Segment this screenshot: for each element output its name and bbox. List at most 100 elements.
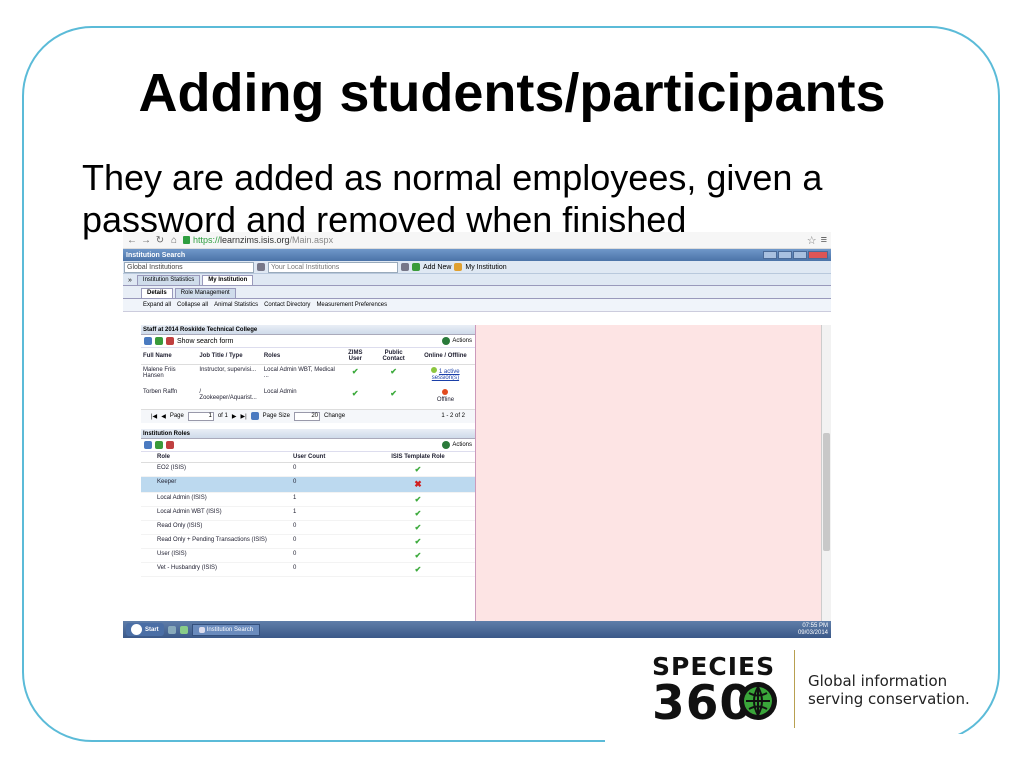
staff-name: Malene Friis Hansen <box>143 367 176 379</box>
expand-all-button[interactable]: Expand all <box>143 302 171 308</box>
staff-job: / Zookeeper/Aquarist... <box>199 388 257 401</box>
column-header[interactable]: User Count <box>291 451 361 463</box>
url-domain: learnzims.isis.org <box>220 235 290 245</box>
refresh-icon[interactable] <box>144 337 152 345</box>
check-icon: ✔ <box>351 367 359 376</box>
taskbar-window-button[interactable]: Institution Search <box>191 623 261 636</box>
browser-menu-icon[interactable]: ≡ <box>821 234 827 246</box>
column-header[interactable]: Role <box>141 451 291 463</box>
table-row[interactable]: Local Admin WBT (ISIS) 1 ✔ <box>141 506 475 521</box>
staff-job: Instructor, supervisi... <box>199 367 257 373</box>
search-icon[interactable] <box>401 263 409 271</box>
pdf-icon[interactable] <box>166 337 174 345</box>
collapse-chevron-icon[interactable]: » <box>125 277 135 285</box>
table-row[interactable]: Keeper 0 ✖ <box>141 476 475 493</box>
prev-page-icon[interactable]: ◀ <box>161 413 166 420</box>
system-clock[interactable]: 07:55 PM 09/03/2014 <box>798 623 828 637</box>
staff-name: Torben Raffn <box>143 388 178 395</box>
table-row[interactable]: Malene Friis Hansen Instructor, supervis… <box>141 365 475 387</box>
role-name: Vet - Husbandry (ISIS) <box>141 562 291 577</box>
refresh-icon[interactable] <box>250 412 259 420</box>
species360-logo: SPECIES 360 Global information serving c… <box>652 650 972 734</box>
table-row[interactable]: Read Only + Pending Transactions (ISIS) 0… <box>141 534 475 549</box>
table-row[interactable]: Local Admin (ISIS) 1 ✔ <box>141 492 475 507</box>
check-icon: ✔ <box>414 536 422 546</box>
home-icon[interactable]: ⌂ <box>169 235 179 246</box>
maximize-button[interactable] <box>793 251 807 259</box>
column-header[interactable]: ZIMS User <box>339 348 372 365</box>
my-institution-button[interactable]: My Institution <box>465 264 506 271</box>
address-bar[interactable]: https://learnzims.isis.org/Main.aspx <box>183 235 803 245</box>
taskbar-window-label: Institution Search <box>206 626 254 633</box>
refresh-icon[interactable] <box>144 440 152 449</box>
staff-pager: |◀ ◀ Page 1 of 1 ▶ ▶| Page Size 20 Chang… <box>141 408 475 423</box>
measurement-preferences-button[interactable]: Measurement Preferences <box>316 302 387 308</box>
collapse-all-button[interactable]: Collapse all <box>177 302 208 308</box>
column-header[interactable]: Full Name <box>141 348 198 365</box>
vertical-scrollbar[interactable] <box>821 325 831 621</box>
show-search-form-link[interactable]: Show search form <box>177 338 233 345</box>
column-header[interactable]: Job Title / Type <box>197 348 262 365</box>
frame-gap <box>605 734 1024 750</box>
check-icon: ✔ <box>390 388 397 398</box>
column-header[interactable]: ISIS Template Role <box>361 451 475 463</box>
next-page-icon[interactable]: ▶ <box>232 413 237 420</box>
role-user-count: 1 <box>291 492 361 507</box>
check-icon: ✔ <box>414 508 422 518</box>
table-row[interactable]: Torben Raffn / Zookeeper/Aquarist... Loc… <box>141 387 475 409</box>
page-size-input[interactable]: 20 <box>294 411 321 421</box>
home-icon <box>454 263 463 271</box>
tab-my-institution[interactable]: My Institution <box>202 275 254 285</box>
role-user-count: 0 <box>291 562 361 577</box>
table-row[interactable]: EO2 (ISIS) 0 ✔ <box>141 462 475 477</box>
contact-directory-button[interactable]: Contact Directory <box>264 302 310 308</box>
roles-actions-button[interactable]: Actions <box>442 440 472 449</box>
column-header[interactable]: Online / Offline <box>415 348 475 365</box>
forward-arrow-icon[interactable]: → <box>141 235 151 246</box>
check-icon: ✔ <box>390 367 397 376</box>
search-icon[interactable] <box>257 263 265 271</box>
column-header[interactable]: Public Contact <box>371 348 416 365</box>
table-row[interactable]: Vet - Husbandry (ISIS) 0 ✔ <box>141 562 475 577</box>
detail-pane <box>475 325 821 621</box>
staff-actions-button[interactable]: Actions <box>442 337 472 345</box>
global-institutions-input[interactable]: Global Institutions <box>124 261 254 273</box>
windows-logo-icon <box>131 624 142 635</box>
tab-institution-statistics[interactable]: Institution Statistics <box>136 275 201 285</box>
add-new-button[interactable]: Add New <box>423 264 451 271</box>
scrollbar-thumb[interactable] <box>823 433 830 551</box>
excel-icon[interactable] <box>155 440 163 449</box>
search-row: Global Institutions Your Local Instituti… <box>123 261 831 274</box>
tab-details[interactable]: Details <box>141 288 173 298</box>
close-button[interactable] <box>808 251 828 259</box>
local-institutions-input[interactable]: Your Local Institutions <box>268 261 398 273</box>
help-button[interactable] <box>763 251 777 259</box>
bookmark-star-icon[interactable]: ☆ <box>807 234 817 247</box>
check-icon: ✔ <box>414 464 422 474</box>
minimize-button[interactable] <box>778 251 792 259</box>
first-page-icon[interactable]: |◀ <box>151 413 157 420</box>
table-row[interactable]: Read Only (ISIS) 0 ✔ <box>141 520 475 535</box>
check-icon: ✔ <box>414 550 422 560</box>
column-header[interactable]: Roles <box>261 348 340 365</box>
change-button[interactable]: Change <box>324 413 345 419</box>
reload-icon[interactable]: ↻ <box>155 235 165 246</box>
quicklaunch-icon[interactable] <box>179 625 188 634</box>
last-page-icon[interactable]: ▶| <box>240 413 246 420</box>
slide-body-text: They are added as normal employees, give… <box>82 157 823 240</box>
excel-icon[interactable] <box>155 337 163 345</box>
back-arrow-icon[interactable]: ← <box>127 235 137 246</box>
role-user-count: 0 <box>291 476 361 493</box>
page-number-input[interactable]: 1 <box>187 411 214 421</box>
tagline-line-2: serving conservation. <box>808 690 970 708</box>
start-button[interactable]: Start <box>126 623 164 636</box>
pdf-icon[interactable] <box>166 440 174 449</box>
quicklaunch-icon[interactable] <box>167 625 176 634</box>
table-row[interactable]: User (ISIS) 0 ✔ <box>141 548 475 563</box>
animal-statistics-button[interactable]: Animal Statistics <box>214 302 258 308</box>
roles-panel-title: Institution Roles <box>141 428 475 439</box>
staff-panel-toolbar: Show search form Actions <box>141 335 475 348</box>
staff-table: Full Name Job Title / Type Roles ZIMS Us… <box>141 348 475 409</box>
role-user-count: 0 <box>291 534 361 549</box>
tab-role-management[interactable]: Role Management <box>174 288 236 298</box>
